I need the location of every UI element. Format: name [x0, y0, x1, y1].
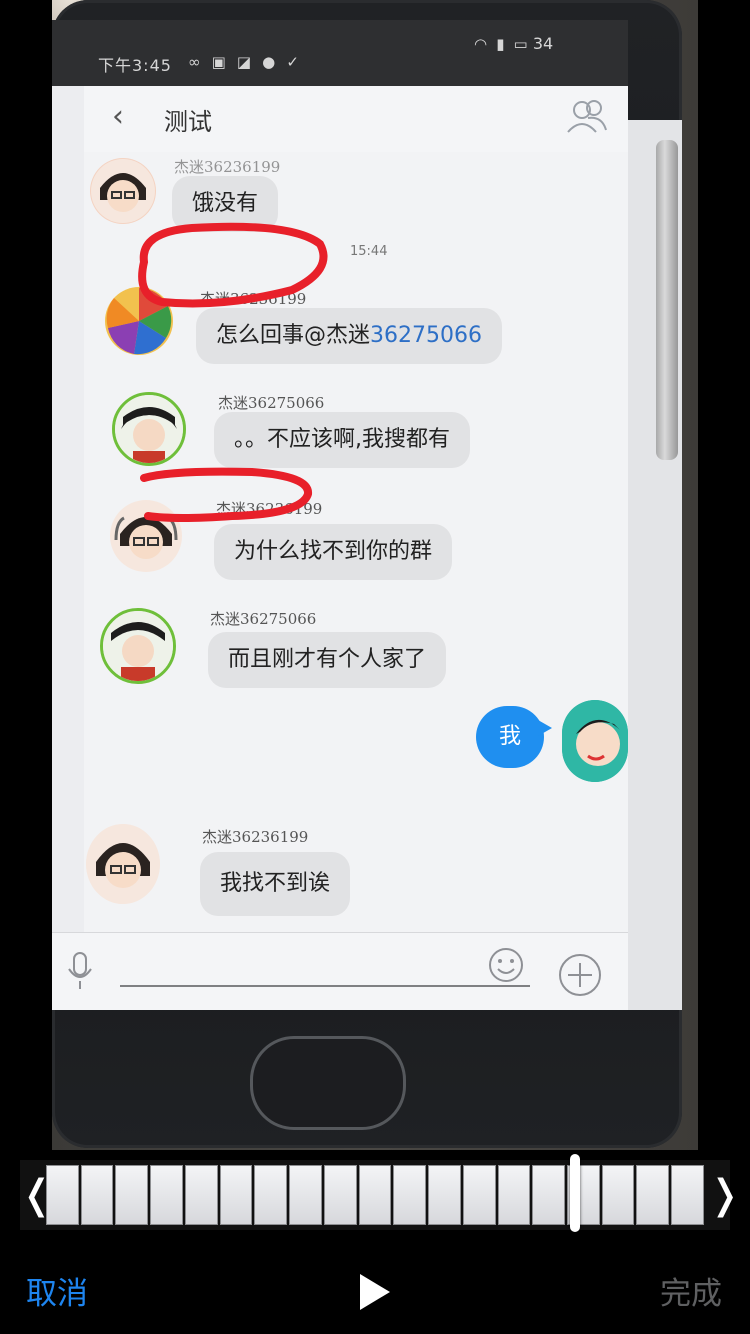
- frame-thumbnail: [601, 1165, 635, 1225]
- mention-link[interactable]: 36275066: [370, 323, 482, 348]
- status-time: 下午3:45: [98, 56, 172, 75]
- chat-title: 测试: [164, 108, 212, 136]
- frame-thumbnails: [46, 1162, 706, 1228]
- frame-thumbnail: [428, 1165, 461, 1225]
- trim-start-handle[interactable]: ❬: [20, 1160, 54, 1230]
- frame-thumbnail: [358, 1165, 392, 1225]
- frame-thumbnail: [532, 1165, 566, 1225]
- message-input[interactable]: [120, 985, 530, 987]
- video-trim-editor: 下午3:45 ∞ ▣ ◪ ● ✓ ◠ ▮ ▭ 34 ‹ 测试 杰迷3623619…: [0, 0, 750, 1334]
- video-timeline-scrubber[interactable]: ❬ ❭: [20, 1154, 742, 1232]
- message-bubble[interactable]: 为什么找不到你的群: [214, 524, 453, 580]
- wifi-icon: ◠: [474, 35, 488, 53]
- frame-thumbnail: [80, 1165, 114, 1225]
- home-button: [250, 1036, 406, 1130]
- status-right: ◠ ▮ ▭ 34: [470, 34, 553, 53]
- done-button[interactable]: 完成: [660, 1268, 722, 1313]
- frame-thumbnail: [150, 1165, 183, 1225]
- check-circle-icon: ✓: [286, 53, 300, 71]
- sender-name: 杰迷36236199: [174, 158, 281, 176]
- group-members-icon[interactable]: [564, 96, 610, 136]
- microphone-icon[interactable]: [66, 951, 94, 991]
- self-avatar[interactable]: [562, 700, 628, 782]
- message-bubble[interactable]: 饿没有: [172, 176, 279, 232]
- frame-thumbnail: [323, 1165, 357, 1225]
- frame-thumbnail: [497, 1165, 531, 1225]
- trim-end-handle[interactable]: ❭: [708, 1160, 742, 1230]
- sender-name: 杰迷36236199: [216, 500, 323, 518]
- emoji-icon[interactable]: [488, 947, 524, 983]
- battery-icon: ▭: [513, 35, 528, 53]
- frame-thumbnail: [254, 1165, 288, 1225]
- frame-thumbnail: [636, 1165, 670, 1225]
- message-text: 怎么回事@杰迷: [216, 323, 371, 348]
- avatar[interactable]: [110, 500, 182, 572]
- playhead[interactable]: [570, 1154, 580, 1232]
- frame-thumbnail: [671, 1165, 704, 1225]
- cancel-button[interactable]: 取消: [26, 1268, 88, 1313]
- signal-icon: ▮: [496, 35, 505, 53]
- phone-status-bar: 下午3:45 ∞ ▣ ◪ ● ✓ ◠ ▮ ▭ 34: [52, 20, 628, 86]
- avatar[interactable]: [90, 158, 156, 224]
- message-timestamp: 15:44: [350, 244, 388, 259]
- avatar[interactable]: [100, 608, 176, 684]
- back-icon[interactable]: ‹: [112, 100, 124, 134]
- status-icons: ∞ ▣ ◪ ● ✓: [184, 52, 300, 71]
- sender-name: 杰迷36275066: [210, 610, 317, 628]
- message-list[interactable]: 杰迷36236199 饿没有 15:44 杰迷36236199 怎么回事@杰迷3…: [84, 152, 628, 932]
- message-bubble[interactable]: 。。不应该啊,我搜都有: [214, 412, 470, 468]
- picture-icon: ◪: [236, 53, 253, 71]
- plus-icon[interactable]: [558, 953, 602, 997]
- frame-thumbnail: [289, 1165, 322, 1225]
- frame-thumbnail: [115, 1165, 149, 1225]
- frame-thumbnail: [184, 1165, 218, 1225]
- message-input-bar: [52, 932, 628, 1010]
- sender-name: 杰迷36236199: [200, 290, 307, 308]
- battery-level: 34: [532, 34, 554, 53]
- avatar[interactable]: [112, 392, 186, 466]
- avatar[interactable]: [86, 824, 160, 904]
- self-message-bubble[interactable]: 我: [476, 706, 552, 768]
- infinity-icon: ∞: [188, 53, 202, 71]
- phone-screen: 下午3:45 ∞ ▣ ◪ ● ✓ ◠ ▮ ▭ 34 ‹ 测试 杰迷3623619…: [52, 20, 628, 1010]
- frame-thumbnail: [219, 1165, 253, 1225]
- sender-name: 杰迷36236199: [202, 828, 309, 846]
- sender-name: 杰迷36275066: [218, 394, 325, 412]
- message-bubble[interactable]: 而且刚才有个人家了: [208, 632, 447, 688]
- play-button[interactable]: [352, 1270, 396, 1314]
- frame-thumbnail: [393, 1165, 427, 1225]
- avatar[interactable]: [104, 286, 174, 356]
- image-icon: ▣: [211, 53, 227, 71]
- message-bubble[interactable]: 怎么回事@杰迷36275066: [196, 308, 502, 364]
- phone-device: 下午3:45 ∞ ▣ ◪ ● ✓ ◠ ▮ ▭ 34 ‹ 测试 杰迷3623619…: [52, 0, 682, 1148]
- phone-side-edge: [656, 140, 678, 460]
- chat-header: ‹ 测试: [84, 86, 628, 153]
- video-frame: 下午3:45 ∞ ▣ ◪ ● ✓ ◠ ▮ ▭ 34 ‹ 测试 杰迷3623619…: [52, 0, 698, 1150]
- chat-icon: ●: [262, 53, 277, 71]
- message-bubble[interactable]: 我找不到诶: [200, 852, 351, 916]
- frame-thumbnail: [462, 1165, 496, 1225]
- frame-thumbnail: [46, 1165, 79, 1225]
